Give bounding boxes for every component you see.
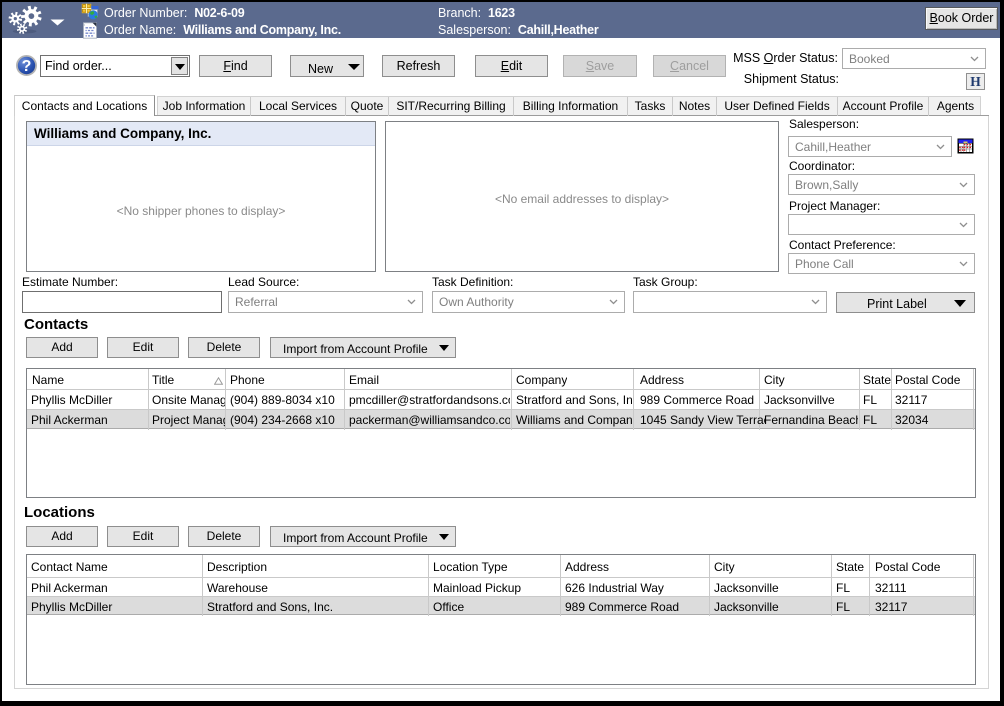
- svg-text:?: ?: [22, 58, 32, 75]
